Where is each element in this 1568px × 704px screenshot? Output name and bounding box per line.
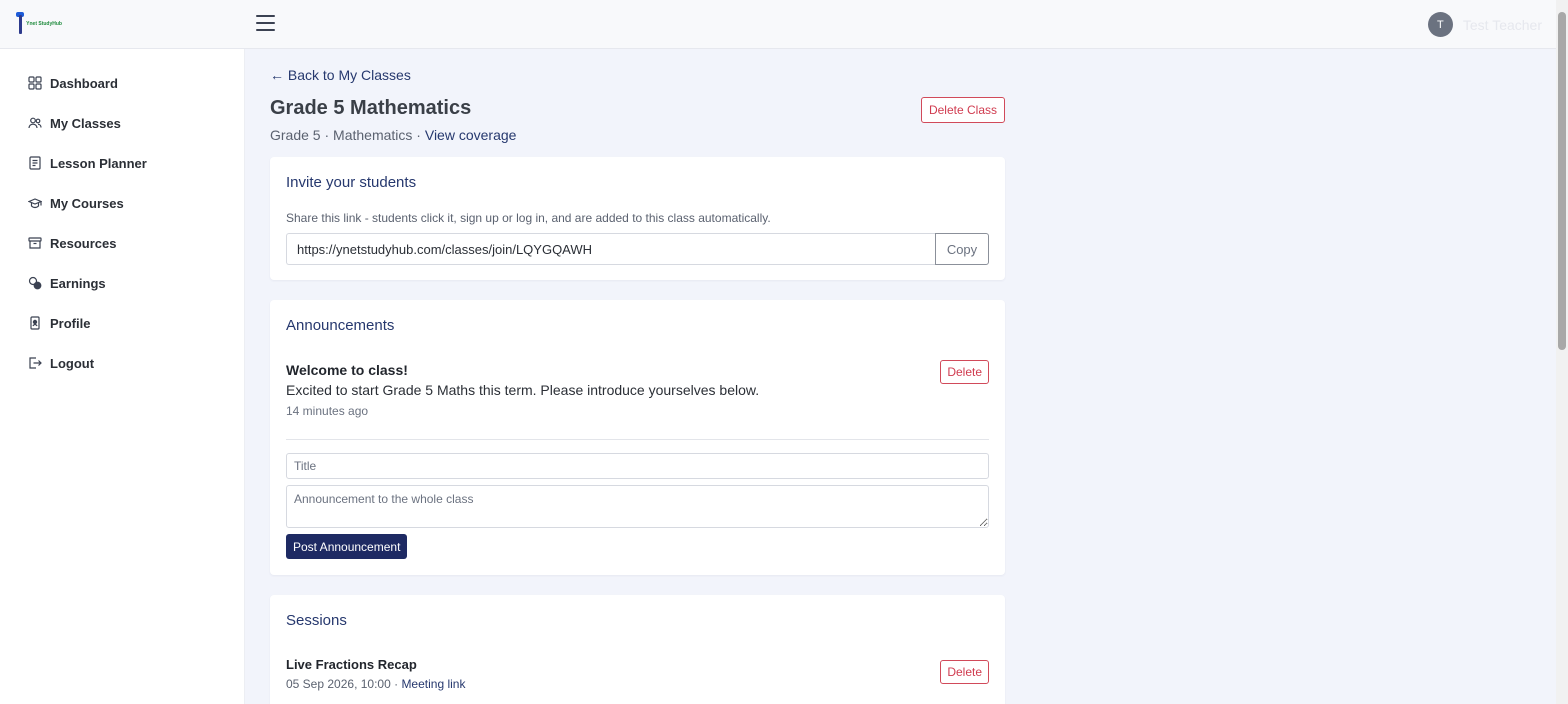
delete-session-button[interactable]: Delete <box>940 660 989 684</box>
avatar[interactable]: T <box>1427 12 1453 37</box>
announcements-card: Announcements Welcome to class! Excited … <box>270 300 1005 575</box>
sidebar-item-label: Logout <box>50 355 95 371</box>
top-bar: Ynet StudyHub T Test Teacher <box>0 0 1556 49</box>
sidebar: Dashboard My Classes Lesson Planner My C… <box>0 49 245 704</box>
logo-mark-icon <box>16 12 24 34</box>
post-announcement-button[interactable]: Post Announcement <box>286 534 408 559</box>
sessions-card: Sessions Live Fractions Recap 05 Sep 202… <box>270 595 1005 704</box>
announcement-title: Welcome to class! <box>286 362 408 378</box>
users-icon <box>28 116 42 130</box>
id-badge-icon <box>28 316 42 330</box>
view-coverage-link[interactable]: View coverage <box>425 127 517 143</box>
logo-text: Ynet StudyHub <box>26 21 62 27</box>
sidebar-item-earnings[interactable]: Earnings <box>0 263 244 303</box>
archive-icon <box>28 236 42 250</box>
page-scrollbar[interactable] <box>1556 0 1568 704</box>
copy-link-button[interactable]: Copy <box>935 233 989 265</box>
back-to-classes-link[interactable]: ← Back to My Classes <box>270 67 411 83</box>
sidebar-item-profile[interactable]: Profile <box>0 303 244 343</box>
session-datetime: 05 Sep 2026, 10:00 <box>286 677 391 691</box>
invite-description: Share this link - students click it, sig… <box>286 211 771 225</box>
class-subject: Mathematics <box>333 127 413 143</box>
logout-icon <box>28 356 42 370</box>
sidebar-item-label: Lesson Planner <box>50 155 147 171</box>
invite-title: Invite your students <box>286 174 417 191</box>
announcement-body-input[interactable] <box>286 485 989 528</box>
dashboard-icon <box>28 76 42 90</box>
sidebar-item-label: Earnings <box>50 275 106 291</box>
invite-card: Invite your students Share this link - s… <box>270 157 1005 280</box>
sidebar-item-my-courses[interactable]: My Courses <box>0 183 244 223</box>
graduation-cap-icon <box>28 196 42 210</box>
sidebar-item-label: Resources <box>50 235 117 251</box>
session-meta: 05 Sep 2026, 10:00 · Meeting link <box>286 677 466 691</box>
meeting-link[interactable]: Meeting link <box>401 677 465 691</box>
sidebar-item-label: Profile <box>50 315 91 331</box>
brand-logo[interactable]: Ynet StudyHub <box>16 12 62 36</box>
invite-link-field[interactable] <box>286 233 935 265</box>
sidebar-item-label: My Courses <box>50 195 124 211</box>
sidebar-item-logout[interactable]: Logout <box>0 343 244 383</box>
sidebar-nav: Dashboard My Classes Lesson Planner My C… <box>0 49 244 383</box>
delete-announcement-button[interactable]: Delete <box>940 360 989 384</box>
class-meta: Grade 5 · Mathematics · View coverage <box>270 127 517 143</box>
divider <box>286 439 989 440</box>
sidebar-item-label: My Classes <box>50 115 121 131</box>
planner-icon <box>28 156 42 170</box>
announcement-time: 14 minutes ago <box>286 404 369 418</box>
announcement-title-input[interactable] <box>286 453 989 479</box>
sidebar-item-label: Dashboard <box>50 75 118 91</box>
sidebar-item-my-classes[interactable]: My Classes <box>0 103 244 143</box>
sidebar-item-lesson-planner[interactable]: Lesson Planner <box>0 143 244 183</box>
sidebar-item-dashboard[interactable]: Dashboard <box>0 63 244 103</box>
invite-link-group: Copy <box>286 233 989 265</box>
sessions-title: Sessions <box>286 612 347 629</box>
coins-icon <box>28 276 42 290</box>
menu-toggle-icon[interactable] <box>256 15 276 33</box>
delete-class-button[interactable]: Delete Class <box>920 97 1005 123</box>
announcements-title: Announcements <box>286 317 395 334</box>
session-title: Live Fractions Recap <box>286 657 417 672</box>
announcement-body: Excited to start Grade 5 Maths this term… <box>286 382 760 398</box>
page-title: Grade 5 Mathematics <box>270 97 472 119</box>
class-grade: Grade 5 <box>270 127 321 143</box>
scrollbar-thumb[interactable] <box>1558 12 1566 350</box>
user-menu[interactable]: T Test Teacher <box>1427 12 1542 37</box>
user-name[interactable]: Test Teacher <box>1463 17 1542 33</box>
sidebar-item-resources[interactable]: Resources <box>0 223 244 263</box>
